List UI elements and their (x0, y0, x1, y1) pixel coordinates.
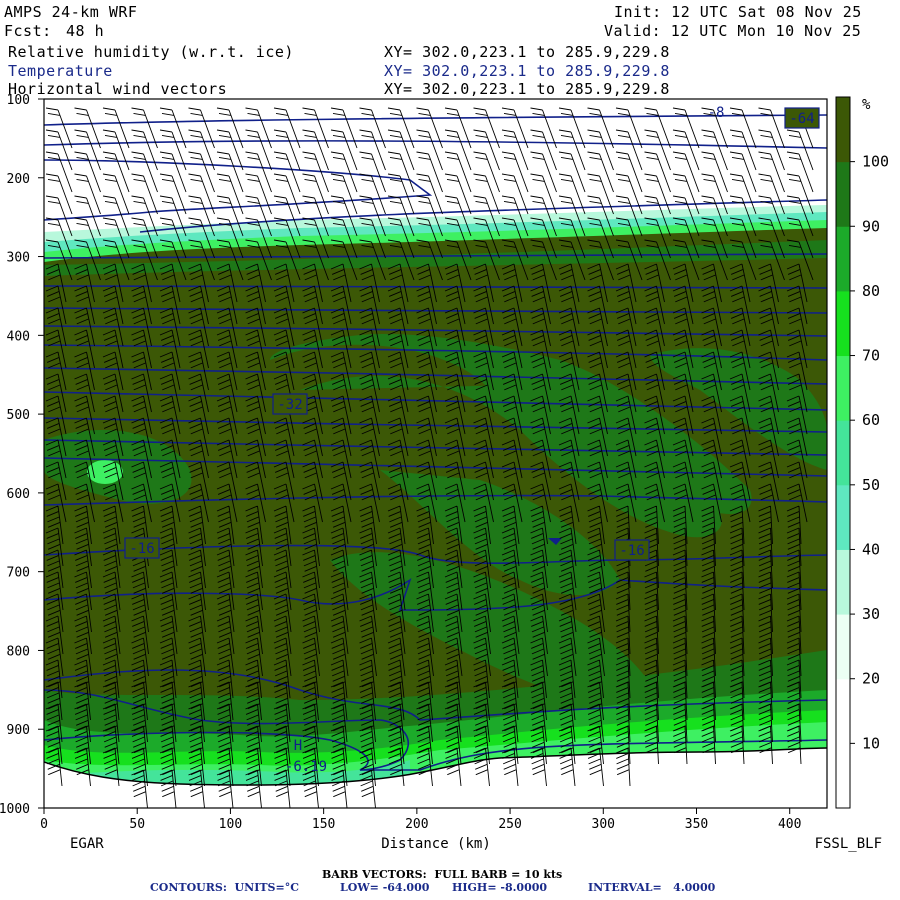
footer-barb: BARB VECTORS: FULL BARB = 10 kts (322, 868, 563, 881)
colorbar-tick-label-4: 50 (862, 476, 880, 494)
colorbar-tick-label-3: 40 (862, 540, 880, 558)
colorbar-bin-1 (836, 678, 850, 744)
x-tick-label-1: 50 (129, 817, 145, 832)
right-endpoint-label: FSSL_BLF (815, 836, 882, 852)
colorbar-bin-5 (836, 420, 850, 486)
colorbar-bin-10 (836, 97, 850, 163)
y-tick-label-7: 800 (7, 644, 30, 659)
x-tick-label-8: 400 (778, 817, 801, 832)
colorbar-tick-label-2: 30 (862, 605, 880, 623)
y-tick-label-6: 700 (7, 566, 30, 581)
colorbar-tick-label-5: 60 (862, 411, 880, 429)
colorbar-bin-3 (836, 549, 850, 615)
y-tick-label-3: 400 (7, 329, 30, 344)
colorbar-bin-4 (836, 484, 850, 550)
contour-label-4: -8 (708, 105, 725, 121)
cross-section-chart: -32-16 -16-64-8H-6.1910020030040050060070… (0, 93, 889, 852)
colorbar-tick-label-9: 100 (862, 153, 889, 171)
colorbar-bin-8 (836, 226, 850, 292)
colorbar-unit: % (862, 97, 871, 113)
colorbar-tick-label-0: 10 (862, 734, 880, 752)
x-tick-label-6: 300 (592, 817, 615, 832)
y-tick-label-1: 200 (7, 172, 30, 187)
colorbar-bin-9 (836, 161, 850, 227)
x-tick-label-3: 150 (312, 817, 335, 832)
colorbar-tick-label-1: 20 (862, 670, 880, 688)
x-tick-label-4: 200 (405, 817, 428, 832)
contour-label-2: -16 (619, 543, 644, 559)
y-tick-label-2: 300 (7, 251, 30, 266)
colorbar-bin-2 (836, 614, 850, 680)
footer-high: HIGH= -8.0000 (452, 881, 548, 894)
y-tick-label-0: 100 (7, 93, 30, 108)
x-tick-label-2: 100 (219, 817, 242, 832)
footer-interval: INTERVAL= 4.0000 (588, 881, 716, 894)
colorbar-tick-label-8: 90 (862, 217, 880, 235)
contour-label-3: -64 (789, 111, 814, 127)
colorbar-bin-7 (836, 290, 850, 357)
colorbar-bin-6 (836, 355, 850, 421)
y-tick-label-5: 600 (7, 487, 30, 502)
x-axis-label: Distance (km) (381, 836, 491, 852)
colorbar-tick-label-6: 70 (862, 347, 880, 365)
y-tick-label-8: 900 (7, 723, 30, 738)
left-endpoint-label: EGAR (70, 836, 104, 852)
contour-label-5: H (294, 738, 302, 754)
x-tick-label-0: 0 (40, 817, 48, 832)
x-tick-label-7: 350 (685, 817, 708, 832)
y-tick-label-9: 1000 (0, 802, 30, 817)
colorbar-bin-0 (836, 743, 850, 809)
colorbar-tick-label-7: 80 (862, 282, 880, 300)
footer-low: LOW= -64.000 (340, 881, 430, 894)
contour-label-6: -6.19 (285, 759, 327, 775)
y-tick-label-4: 500 (7, 408, 30, 423)
plot-area: -32 -16 -16 -64 -8 H -6.19 (44, 99, 827, 808)
x-tick-label-5: 250 (498, 817, 521, 832)
contour-label-1: -16 (129, 541, 154, 557)
contour-label-0: -32 (277, 397, 302, 413)
footer-contours-units: CONTOURS: UNITS=°C (150, 881, 299, 894)
